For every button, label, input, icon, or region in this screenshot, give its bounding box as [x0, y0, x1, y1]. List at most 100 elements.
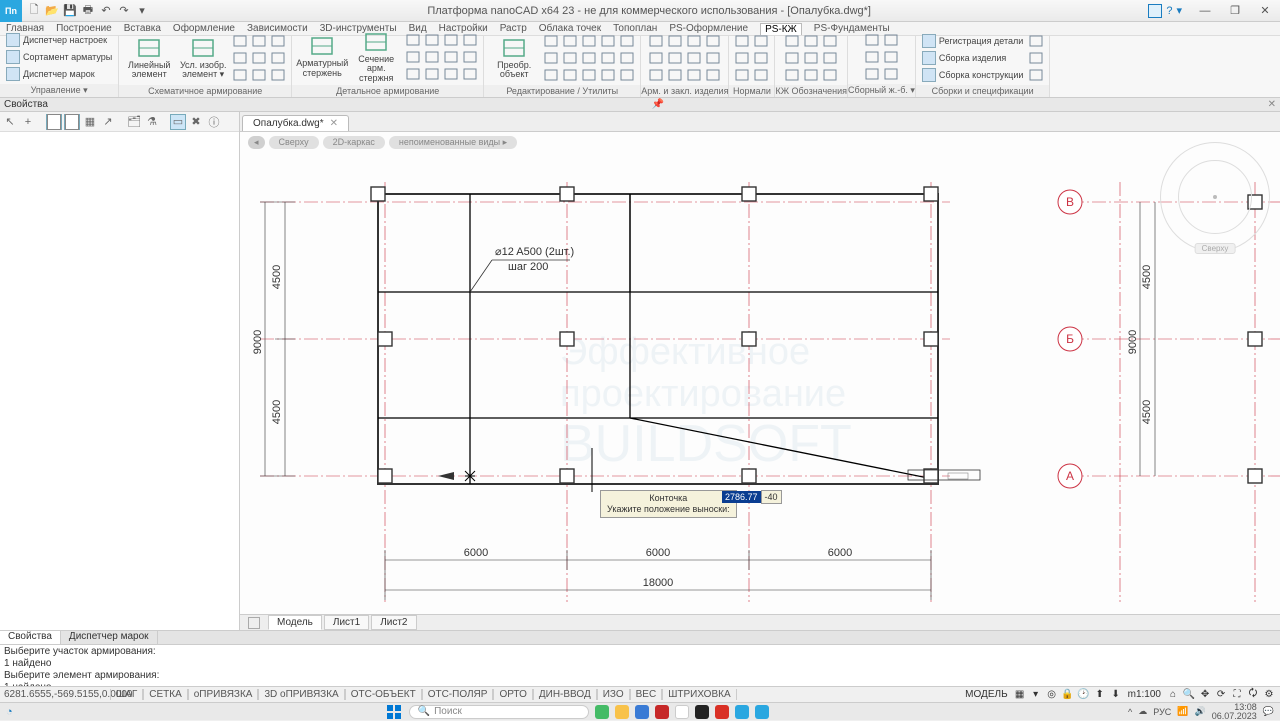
ribbon-mini-button[interactable]	[783, 67, 801, 83]
ribbon-mini-button[interactable]	[231, 33, 249, 49]
status-toggle[interactable]: СЕТКА	[143, 689, 188, 700]
ribbon-mini-button[interactable]	[802, 33, 820, 49]
status-toggle[interactable]: ОТС-ПОЛЯР	[422, 689, 494, 700]
taskbar-app-icon[interactable]	[595, 705, 609, 719]
orbit-icon[interactable]: ⟳	[1214, 688, 1228, 702]
ribbon-mini-button[interactable]	[685, 50, 703, 66]
redo-icon[interactable]: ↷	[116, 3, 132, 19]
minimize-button[interactable]: —	[1190, 0, 1220, 22]
help-dropdown-icon[interactable]: ▾	[1176, 4, 1182, 17]
ribbon-mini-button[interactable]	[666, 33, 684, 49]
expand-icon[interactable]: ⛶	[1230, 688, 1244, 702]
clock-icon[interactable]: 🕑	[1077, 688, 1091, 702]
layout-tab[interactable]: Модель	[268, 615, 322, 630]
ribbon-mini-button[interactable]	[404, 49, 422, 65]
ribbon-mini-button[interactable]	[269, 50, 287, 66]
refresh-icon[interactable]: 🗘	[1246, 688, 1260, 702]
tool-info-icon[interactable]: ⓘ	[206, 114, 222, 130]
status-toggle[interactable]: ОТС-ОБЪЕКТ	[345, 689, 422, 700]
tray-volume-icon[interactable]: 🔊	[1195, 706, 1206, 717]
ribbon-mini-button[interactable]	[752, 67, 770, 83]
ribbon-mini-button[interactable]	[685, 33, 703, 49]
tab-close-icon[interactable]: ✕	[330, 118, 338, 129]
explorer-icon[interactable]	[615, 705, 629, 719]
ribbon-mini-button[interactable]	[580, 50, 598, 66]
nanocad-icon[interactable]	[735, 705, 749, 719]
word-icon[interactable]	[635, 705, 649, 719]
ribbon-mini-button[interactable]	[442, 66, 460, 82]
ribbon-mini-button[interactable]	[250, 50, 268, 66]
ribbon-mini-button[interactable]	[618, 33, 636, 49]
ribbon-mini-button[interactable]	[783, 33, 801, 49]
ribbon-mini-button[interactable]	[882, 66, 900, 82]
dynamic-input[interactable]: 2786.77 -40	[722, 490, 782, 504]
obs-icon[interactable]	[695, 705, 709, 719]
ribbon-mini-button[interactable]	[882, 49, 900, 65]
ribbon-mini-button[interactable]	[423, 32, 441, 48]
ribbon-mini-button[interactable]	[821, 67, 839, 83]
ribbon-mini-button[interactable]	[618, 67, 636, 83]
ribbon-mini-button[interactable]	[704, 50, 722, 66]
tool-plus-icon[interactable]: +	[20, 114, 36, 130]
ribbon-mini-button[interactable]	[647, 67, 665, 83]
ribbon-text-button[interactable]: Сборка конструкции	[920, 67, 1026, 83]
ribbon-mini-button[interactable]	[882, 32, 900, 48]
layout-menu-icon[interactable]	[248, 617, 260, 629]
ribbon-mini-button[interactable]	[423, 49, 441, 65]
ribbon-text-button[interactable]: Диспетчер марок	[4, 66, 114, 82]
chrome-icon[interactable]	[675, 705, 689, 719]
ribbon-big-button[interactable]: Арматурныйстержень	[296, 35, 348, 78]
ribbon-mini-button[interactable]	[802, 50, 820, 66]
tray-onedrive-icon[interactable]: ☁	[1138, 706, 1147, 717]
ribbon-mini-button[interactable]	[542, 67, 560, 83]
status-toggle[interactable]: ВЕС	[630, 689, 663, 700]
ribbon-mini-button[interactable]	[752, 33, 770, 49]
tray-notifications-icon[interactable]: 💬	[1263, 706, 1274, 717]
ribbon-big-button[interactable]: Усл. изобр.элемент ▾	[177, 37, 229, 80]
tool-arrow-icon[interactable]: ↗	[100, 114, 116, 130]
zoom-in-icon[interactable]: 🔍	[1182, 688, 1196, 702]
layout-tab[interactable]: Лист2	[371, 615, 416, 630]
ribbon-mini-button[interactable]	[1027, 67, 1045, 83]
ribbon-mini-button[interactable]	[802, 67, 820, 83]
arrow-up-icon[interactable]: ⬆	[1093, 688, 1107, 702]
ribbon-big-button[interactable]: Сечениеарм. стержня	[350, 31, 402, 83]
ribbon-mini-button[interactable]	[231, 67, 249, 83]
ribbon-mini-button[interactable]	[733, 67, 751, 83]
lock-icon[interactable]: 🔒	[1061, 688, 1075, 702]
ribbon-text-button[interactable]: Сборка изделия	[920, 50, 1026, 66]
tool-filter-icon[interactable]: ⚗	[144, 114, 160, 130]
ribbon-mini-button[interactable]	[618, 50, 636, 66]
autocad-icon[interactable]	[715, 705, 729, 719]
document-tab[interactable]: Опалубка.dwg* ✕	[242, 115, 349, 131]
edge-icon[interactable]: ◔	[6, 706, 13, 718]
save-icon[interactable]: 💾	[62, 3, 78, 19]
ribbon-mini-button[interactable]	[404, 32, 422, 48]
app-icon[interactable]: Пn	[0, 0, 22, 22]
ribbon-mini-button[interactable]	[733, 50, 751, 66]
pan-icon[interactable]: ✥	[1198, 688, 1212, 702]
tool-hatch-icon[interactable]: ▦	[82, 114, 98, 130]
tool-x-icon[interactable]: ✖	[188, 114, 204, 130]
ribbon-mini-button[interactable]	[580, 33, 598, 49]
panel-pin-icon[interactable]: 📌	[652, 99, 664, 110]
tray-chevron-icon[interactable]: ^	[1128, 707, 1132, 717]
arrow-down-icon[interactable]: ⬇	[1109, 688, 1123, 702]
ribbon-mini-button[interactable]	[461, 32, 479, 48]
drawing-canvas[interactable]: ◂ Сверху 2D-каркас непоименованные виды …	[240, 132, 1280, 614]
ribbon-mini-button[interactable]	[647, 50, 665, 66]
ribbon-mini-button[interactable]	[561, 50, 579, 66]
status-toggle[interactable]: оПРИВЯЗКА	[188, 689, 259, 700]
status-toggle[interactable]: ШАГ	[110, 689, 143, 700]
ribbon-mini-button[interactable]	[231, 50, 249, 66]
ribbon-mini-button[interactable]	[542, 33, 560, 49]
start-button[interactable]	[385, 705, 403, 719]
ribbon-mini-button[interactable]	[250, 33, 268, 49]
tool-tree-icon[interactable]: 🗂	[126, 114, 142, 130]
ribbon-mini-button[interactable]	[1027, 50, 1045, 66]
ribbon-text-button[interactable]: Диспетчер настроек	[4, 32, 114, 48]
print-icon[interactable]: 🖶	[80, 3, 96, 19]
view-cube[interactable]: Сверху	[1160, 142, 1270, 252]
open-icon[interactable]: 📂	[44, 3, 60, 19]
ribbon-big-button[interactable]: Преобр.объект	[488, 37, 540, 80]
